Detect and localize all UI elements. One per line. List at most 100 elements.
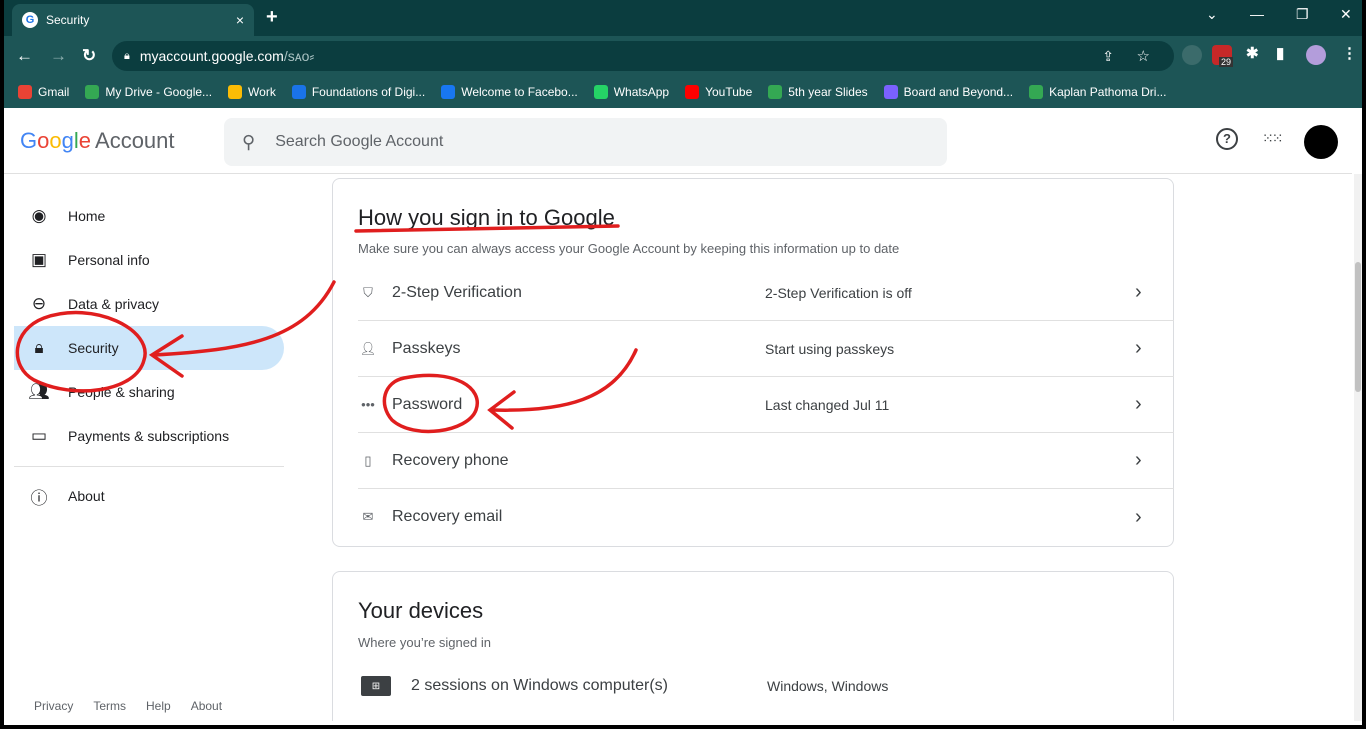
- bookmark-item[interactable]: Board and Beyond...: [883, 85, 1014, 99]
- row-device-sessions[interactable]: ⊞ 2 sessions on Windows computer(s) Wind…: [361, 658, 1177, 714]
- sidebar-divider: [14, 466, 284, 467]
- passkey-icon: 👤︎: [359, 340, 377, 356]
- bookmark-item[interactable]: Work: [228, 85, 276, 99]
- page-scrollbar[interactable]: [1354, 174, 1362, 721]
- row-label: Passkeys: [392, 339, 461, 357]
- row-2-step-verification[interactable]: ⛉ 2-Step Verification 2-Step Verificatio…: [358, 265, 1174, 321]
- page-header: Google Account ⚲ Search Google Account ? …: [4, 108, 1352, 174]
- credit-card-icon: ▭: [30, 426, 48, 445]
- avatar[interactable]: [1304, 125, 1338, 159]
- row-label: Recovery phone: [392, 451, 509, 469]
- footer-link-about[interactable]: About: [191, 699, 222, 713]
- sidebar-item-personal-info[interactable]: ▣ Personal info: [14, 238, 284, 282]
- bookmark-favicon-icon: [1029, 85, 1044, 99]
- forward-arrow-icon[interactable]: →: [50, 46, 67, 66]
- profile-avatar-icon[interactable]: [1306, 45, 1326, 65]
- sidebar-item-label: Payments & subscriptions: [68, 428, 230, 444]
- row-value: 2-Step Verification is off: [765, 284, 912, 301]
- toggle-icon: ⊖: [31, 294, 47, 313]
- bookmark-item[interactable]: Welcome to Facebo...: [441, 85, 578, 99]
- sidebar-item-label: Personal info: [68, 252, 150, 268]
- chevron-right-icon: ›: [1135, 337, 1142, 359]
- help-icon[interactable]: ?: [1216, 128, 1238, 150]
- logo-letter: g: [61, 128, 74, 153]
- address-bar[interactable]: 🔒︎ myaccount.google.com /sᴀᴏ⸗ ⇪ ☆: [112, 41, 1174, 71]
- restore-icon[interactable]: ❐: [1296, 6, 1309, 23]
- row-recovery-phone[interactable]: ▯ Recovery phone ›: [358, 433, 1174, 489]
- bookmark-item[interactable]: Kaplan Pathoma Dri...: [1029, 85, 1166, 99]
- side-panel-icon[interactable]: ▮: [1276, 44, 1284, 62]
- reload-icon[interactable]: ↻: [82, 46, 96, 66]
- sidebar-item-label: Security: [68, 340, 119, 356]
- bookmark-label: Gmail: [38, 85, 70, 99]
- row-recovery-email[interactable]: ✉ Recovery email ›: [358, 489, 1174, 545]
- chevron-right-icon: ›: [1135, 449, 1142, 471]
- row-passkeys[interactable]: 👤︎ Passkeys Start using passkeys ›: [358, 321, 1174, 377]
- bookmark-label: Foundations of Digi...: [311, 85, 426, 99]
- row-password[interactable]: ••• Password Last changed Jul 11 ›: [358, 377, 1174, 433]
- phone-icon: ▯: [364, 452, 372, 468]
- card-subtitle: Make sure you can always access your Goo…: [358, 241, 900, 256]
- bookmark-item[interactable]: WhatsApp: [593, 85, 669, 99]
- sidebar-item-label: Home: [68, 208, 106, 224]
- bookmark-label: My Drive - Google...: [105, 85, 213, 99]
- sidebar-item-data-privacy[interactable]: ⊖ Data & privacy: [14, 282, 284, 326]
- logo-letter: o: [37, 128, 50, 153]
- tab-bar: G Security × + ⌄ — ❐ ✕: [4, 0, 1362, 36]
- search-icon: ⚲: [242, 131, 256, 152]
- new-tab-button[interactable]: +: [266, 6, 278, 29]
- tab-close-icon[interactable]: ×: [236, 12, 244, 28]
- scrollbar-thumb[interactable]: [1355, 262, 1361, 392]
- logo-letter: e: [78, 128, 92, 153]
- bookmark-label: Board and Beyond...: [903, 85, 1014, 99]
- sidebar-item-security[interactable]: 🔒︎ Security: [14, 326, 284, 370]
- footer-links: Privacy Terms Help About: [34, 699, 242, 713]
- browser-tab-security[interactable]: G Security ×: [12, 4, 254, 36]
- bookmark-item[interactable]: My Drive - Google...: [85, 85, 212, 99]
- bookmark-label: 5th year Slides: [788, 85, 868, 99]
- sidebar-item-people-sharing[interactable]: 👥︎ People & sharing: [14, 370, 284, 414]
- close-window-icon[interactable]: ✕: [1340, 6, 1352, 23]
- sidebar-item-about[interactable]: ⓘ About: [14, 474, 284, 518]
- card-subtitle: Where you’re signed in: [358, 635, 491, 650]
- row-label: 2 sessions on Windows computer(s): [411, 677, 668, 694]
- search-input[interactable]: ⚲ Search Google Account: [224, 118, 947, 166]
- bookmark-item[interactable]: Gmail: [18, 85, 69, 99]
- bookmark-item[interactable]: YouTube: [685, 85, 752, 99]
- logo-letter: o: [49, 128, 62, 153]
- search-placeholder: Search Google Account: [275, 133, 444, 150]
- footer-link-terms[interactable]: Terms: [93, 699, 126, 713]
- sidebar-item-payments[interactable]: ▭ Payments & subscriptions: [14, 414, 284, 458]
- mail-icon: ✉: [362, 509, 374, 524]
- account-circle-icon: ◉: [31, 206, 47, 225]
- extension-icon[interactable]: [1182, 45, 1202, 65]
- bookmark-label: Kaplan Pathoma Dri...: [1049, 85, 1167, 99]
- google-account-logo[interactable]: Google Account: [20, 128, 175, 154]
- bookmark-favicon-icon: [85, 85, 100, 99]
- people-icon: 👥︎: [28, 382, 50, 401]
- bookmark-star-icon[interactable]: ☆: [1137, 47, 1150, 65]
- bookmark-label: YouTube: [705, 85, 753, 99]
- bookmark-favicon-icon: [593, 85, 608, 99]
- bookmark-favicon-icon: [228, 85, 243, 99]
- sidebar-item-home[interactable]: ◉ Home: [14, 194, 284, 238]
- extensions-puzzle-icon[interactable]: ✱: [1246, 44, 1259, 62]
- row-label: 2-Step Verification: [392, 283, 522, 301]
- id-card-icon: ▣: [30, 250, 48, 269]
- footer-link-help[interactable]: Help: [146, 699, 171, 713]
- bookmark-favicon-icon: [685, 85, 700, 99]
- share-icon[interactable]: ⇪: [1102, 48, 1114, 65]
- bookmark-item[interactable]: Foundations of Digi...: [291, 85, 426, 99]
- signin-card: How you sign in to Google Make sure you …: [332, 178, 1174, 547]
- row-value: Start using passkeys: [765, 340, 895, 357]
- footer-link-privacy[interactable]: Privacy: [34, 699, 73, 713]
- bookmark-favicon-icon: [883, 85, 898, 99]
- apps-grid-icon[interactable]: ⁙⁙: [1262, 130, 1284, 147]
- back-arrow-icon[interactable]: ←: [16, 46, 33, 66]
- tab-search-chevron-icon[interactable]: ⌄: [1206, 6, 1218, 23]
- bookmark-item[interactable]: 5th year Slides: [768, 85, 868, 99]
- logo-letter: G: [20, 128, 38, 153]
- minimize-icon[interactable]: —: [1250, 6, 1264, 22]
- info-icon: ⓘ: [30, 488, 48, 508]
- browser-menu-icon[interactable]: ⋮: [1342, 44, 1357, 62]
